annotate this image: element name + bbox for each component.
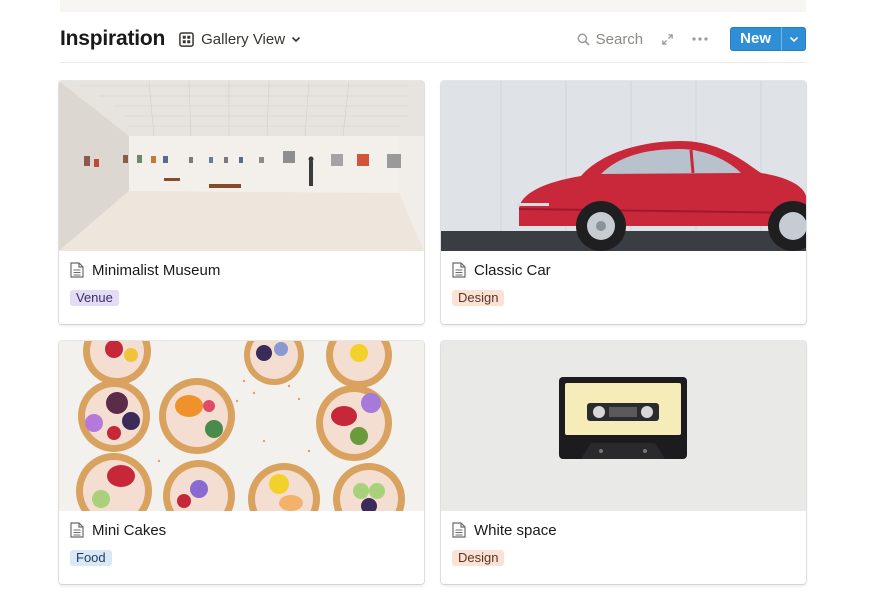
more-options-button[interactable] — [692, 37, 708, 41]
more-icon — [692, 37, 708, 41]
card-title-text: Mini Cakes — [92, 521, 167, 539]
top-strip — [60, 0, 806, 12]
expand-icon — [662, 33, 673, 45]
card-title: White space — [441, 511, 806, 549]
gallery-grid-icon — [179, 31, 194, 47]
cover-image-cassette — [441, 341, 806, 511]
search-label: Search — [595, 30, 644, 48]
new-dropdown-button[interactable] — [781, 27, 806, 51]
tag-badge: Design — [452, 290, 505, 306]
chevron-down-icon — [789, 36, 799, 43]
page-icon — [452, 522, 466, 538]
database-header: Inspiration Gallery View Search New — [60, 24, 806, 54]
cover-image-cakes — [59, 341, 424, 511]
gallery-card-minimalist-museum[interactable]: Minimalist Museum Venue — [59, 81, 424, 324]
cover-image-museum — [59, 81, 424, 251]
view-label: Gallery View — [201, 30, 286, 48]
tag-badge: Venue — [70, 290, 119, 306]
card-title-text: Classic Car — [474, 261, 551, 279]
view-switcher[interactable]: Gallery View — [179, 31, 301, 48]
gallery-card-white-space[interactable]: White space Design — [441, 341, 806, 584]
chevron-down-icon — [291, 36, 301, 43]
card-title-text: White space — [474, 521, 557, 539]
card-title: Classic Car — [441, 251, 806, 289]
header-divider — [60, 62, 806, 63]
page-icon — [70, 522, 84, 538]
page-title: Inspiration — [60, 27, 166, 50]
cover-image-car — [441, 81, 806, 251]
card-title: Mini Cakes — [59, 511, 424, 549]
gallery-card-classic-car[interactable]: Classic Car Design — [441, 81, 806, 324]
tag-badge: Food — [70, 550, 112, 566]
gallery-card-mini-cakes[interactable]: Mini Cakes Food — [59, 341, 424, 584]
tag-badge: Design — [452, 550, 505, 566]
page-icon — [452, 262, 466, 278]
card-title: Minimalist Museum — [59, 251, 424, 289]
page-icon — [70, 262, 84, 278]
search-icon — [577, 33, 590, 46]
search-button[interactable]: Search — [577, 30, 644, 48]
expand-button[interactable] — [661, 33, 674, 46]
new-button[interactable]: New — [730, 27, 781, 51]
card-title-text: Minimalist Museum — [92, 261, 221, 279]
new-button-group: New — [730, 27, 806, 51]
